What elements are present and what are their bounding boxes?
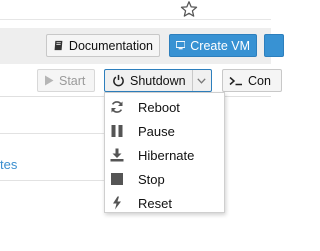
create-vm-button[interactable]: Create VM [169, 34, 257, 57]
power-icon [113, 74, 124, 87]
menu-item-label: Stop [138, 171, 165, 187]
console-button[interactable]: Con [222, 69, 282, 92]
documentation-button[interactable]: Documentation [46, 34, 160, 57]
start-label: Start [59, 73, 86, 88]
menu-item-pause[interactable]: Pause [105, 119, 224, 143]
nav-divider [0, 180, 104, 181]
shutdown-split-button[interactable]: Shutdown [104, 69, 212, 92]
bookmark-star-icon[interactable] [180, 0, 198, 18]
shutdown-label: Shutdown [130, 73, 186, 88]
play-icon [45, 75, 54, 86]
chevron-down-icon [197, 77, 207, 84]
shutdown-dropdown-toggle[interactable] [191, 70, 211, 91]
console-label: Con [248, 73, 271, 88]
documentation-label: Documentation [68, 38, 153, 53]
menu-item-label: Hibernate [138, 147, 195, 163]
browser-toolbar [0, 0, 271, 20]
start-button[interactable]: Start [37, 69, 95, 92]
pause-icon [111, 125, 123, 137]
shutdown-menu: Reboot Pause Hibernate Stop Reset [104, 92, 225, 213]
download-icon [110, 148, 124, 162]
bolt-icon [113, 196, 121, 210]
menu-item-reset[interactable]: Reset [105, 191, 224, 215]
monitor-icon [176, 41, 186, 50]
shutdown-button[interactable]: Shutdown [105, 74, 187, 88]
menu-item-label: Pause [138, 123, 175, 139]
app-header: Documentation Create VM [0, 28, 284, 65]
refresh-icon [111, 101, 123, 113]
create-ct-button[interactable] [264, 34, 284, 57]
book-icon [54, 40, 63, 51]
nav-divider [0, 133, 104, 134]
terminal-icon [229, 76, 242, 85]
menu-item-hibernate[interactable]: Hibernate [105, 143, 224, 167]
menu-item-reboot[interactable]: Reboot [105, 95, 224, 119]
menu-item-stop[interactable]: Stop [105, 167, 224, 191]
stop-icon [111, 173, 123, 185]
menu-item-label: Reset [138, 195, 172, 211]
nav-link-partial[interactable]: tes [0, 157, 17, 172]
create-vm-label: Create VM [190, 38, 250, 53]
menu-item-label: Reboot [138, 99, 180, 115]
